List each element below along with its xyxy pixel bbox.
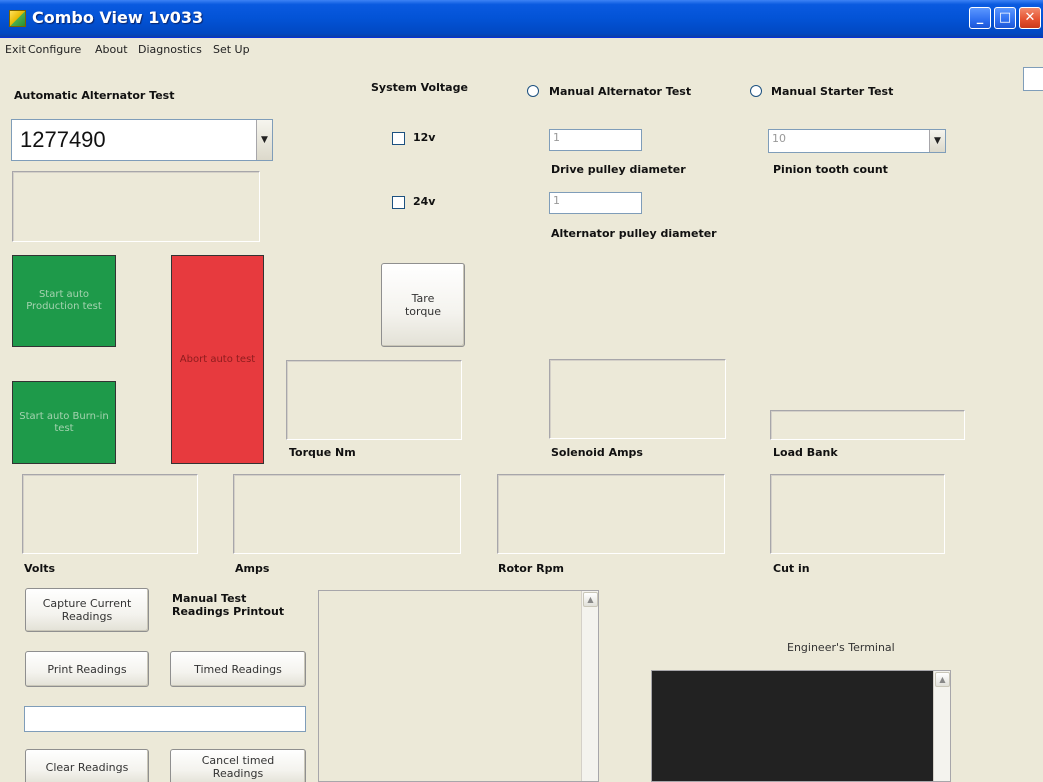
part-number-combo[interactable]: 1277490 ▼ (11, 119, 273, 161)
amps-label: Amps (235, 562, 270, 575)
torque-label: Torque Nm (289, 446, 356, 459)
chevron-down-icon[interactable]: ▼ (929, 130, 945, 152)
menu-setup[interactable]: Set Up (213, 43, 250, 56)
checkbox-24v[interactable] (392, 196, 405, 209)
rotor-rpm-readout (497, 474, 725, 554)
readings-printout-textarea[interactable]: ▲ (318, 590, 599, 782)
menu-exit[interactable]: Exit (5, 43, 26, 56)
printout-scrollbar[interactable]: ▲ (581, 591, 598, 781)
menu-about[interactable]: About (95, 43, 128, 56)
menu-configure[interactable]: Configure (28, 43, 81, 56)
chevron-down-icon[interactable]: ▼ (256, 120, 272, 160)
minimize-button[interactable]: _ (969, 7, 991, 29)
alternator-pulley-label: Alternator pulley diameter (551, 227, 717, 240)
volts-readout (22, 474, 198, 554)
scroll-up-icon[interactable]: ▲ (935, 672, 950, 687)
window-title: Combo View 1v033 (32, 8, 204, 27)
print-readings-button[interactable]: Print Readings (25, 651, 149, 687)
app-icon (9, 10, 26, 27)
menu-diagnostics[interactable]: Diagnostics (138, 43, 202, 56)
terminal-label: Engineer's Terminal (787, 641, 895, 654)
alternator-pulley-field[interactable]: 1 (549, 192, 642, 214)
maximize-button[interactable]: □ (994, 7, 1016, 29)
start-burnin-test-button[interactable]: Start auto Burn-in test (12, 381, 116, 464)
cut-in-readout (770, 474, 945, 554)
rotor-rpm-label: Rotor Rpm (498, 562, 564, 575)
amps-readout (233, 474, 461, 554)
part-number-value: 1277490 (20, 127, 106, 152)
pinion-tooth-combo[interactable]: 10 ▼ (768, 129, 946, 153)
manual-alternator-label: Manual Alternator Test (549, 85, 692, 98)
manual-alternator-radio[interactable] (527, 85, 539, 97)
timed-readings-button[interactable]: Timed Readings (170, 651, 306, 687)
system-voltage-label: System Voltage (371, 81, 468, 94)
clear-readings-button[interactable]: Clear Readings (25, 749, 149, 782)
label-12v: 12v (413, 131, 436, 144)
auto-test-label: Automatic Alternator Test (14, 89, 175, 102)
terminal-scrollbar[interactable]: ▲ (933, 671, 950, 781)
scroll-up-icon[interactable]: ▲ (583, 592, 598, 607)
pinion-tooth-value: 10 (772, 132, 786, 145)
cut-in-label: Cut in (773, 562, 810, 575)
edge-text-field[interactable] (1023, 67, 1043, 91)
tare-torque-button[interactable]: Tare torque (381, 263, 465, 347)
label-24v: 24v (413, 195, 436, 208)
torque-readout (286, 360, 462, 440)
checkbox-12v[interactable] (392, 132, 405, 145)
load-bank-label: Load Bank (773, 446, 838, 459)
load-bank-readout (770, 410, 965, 440)
abort-auto-test-button[interactable]: Abort auto test (171, 255, 264, 464)
drive-pulley-label: Drive pulley diameter (551, 163, 686, 176)
drive-pulley-field[interactable]: 1 (549, 129, 642, 151)
pinion-tooth-label: Pinion tooth count (773, 163, 888, 176)
status-text-field[interactable] (24, 706, 306, 732)
engineers-terminal[interactable]: ▲ (651, 670, 951, 782)
manual-starter-radio[interactable] (750, 85, 762, 97)
close-button[interactable]: ✕ (1019, 7, 1041, 29)
solenoid-amps-label: Solenoid Amps (551, 446, 643, 459)
manual-starter-label: Manual Starter Test (771, 85, 894, 98)
volts-label: Volts (24, 562, 56, 575)
cancel-timed-readings-button[interactable]: Cancel timed Readings (170, 749, 306, 782)
part-info-display (12, 171, 260, 242)
start-production-test-button[interactable]: Start auto Production test (12, 255, 116, 347)
solenoid-amps-readout (549, 359, 726, 439)
capture-readings-button[interactable]: Capture Current Readings (25, 588, 149, 632)
printout-label: Manual Test Readings Printout (172, 592, 285, 618)
